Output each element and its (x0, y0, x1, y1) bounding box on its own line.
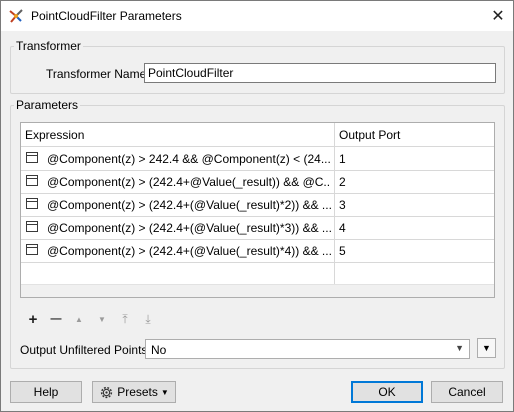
triangle-down-icon: ▼ (482, 343, 491, 353)
transformer-legend: Transformer (14, 39, 83, 53)
cancel-button-label: Cancel (448, 385, 486, 399)
edit-expression-icon[interactable] (26, 175, 38, 186)
output-unfiltered-value: No (151, 343, 167, 357)
table-row[interactable]: @Component(z) > (242.4+(@Value(_result)*… (21, 216, 494, 240)
edit-expression-icon[interactable] (26, 244, 38, 255)
minus-icon: — (50, 313, 62, 325)
arrow-down-icon: ▼ (98, 314, 106, 324)
output-port-cell[interactable]: 4 (339, 221, 346, 235)
table-row[interactable]: @Component(z) > (242.4+(@Value(_result)*… (21, 193, 494, 217)
move-down-button[interactable]: ▼ (95, 312, 109, 326)
move-to-top-button[interactable]: ⤒ (118, 312, 132, 326)
expression-table[interactable]: Expression Output Port @Component(z) > 2… (20, 122, 495, 298)
cancel-button[interactable]: Cancel (431, 381, 503, 403)
move-to-bottom-button[interactable]: ⤓ (141, 312, 155, 326)
window-title: PointCloudFilter Parameters (31, 9, 182, 23)
chevron-down-icon: ▼ (455, 343, 464, 353)
help-button[interactable]: Help (10, 381, 82, 403)
move-to-top-icon: ⤒ (122, 311, 128, 326)
close-button[interactable]: ✕ (483, 1, 513, 31)
dialog-window: PointCloudFilter Parameters ✕ Transforme… (0, 0, 514, 412)
expression-cell[interactable]: @Component(z) > (242.4+@Value(_result)) … (47, 175, 331, 189)
add-row-button[interactable]: + (26, 310, 40, 328)
arrow-up-icon: ▲ (75, 314, 83, 324)
plus-icon: + (28, 310, 38, 328)
transformer-name-input[interactable]: PointCloudFilter (144, 63, 496, 83)
parameter-menu-button[interactable]: ▼ (477, 338, 496, 358)
output-port-cell[interactable]: 5 (339, 244, 346, 258)
expression-cell[interactable]: @Component(z) > (242.4+(@Value(_result)*… (47, 198, 331, 212)
move-up-button[interactable]: ▲ (72, 312, 86, 326)
output-port-cell[interactable]: 2 (339, 175, 346, 189)
output-unfiltered-label: Output Unfiltered Points: (20, 343, 151, 357)
edit-expression-icon[interactable] (26, 221, 38, 232)
fme-transformer-icon (9, 9, 23, 23)
ok-button[interactable]: OK (351, 381, 423, 403)
output-port-cell[interactable]: 3 (339, 198, 346, 212)
horizontal-scrollbar[interactable] (21, 284, 494, 297)
move-to-bottom-icon: ⤓ (145, 311, 151, 326)
close-icon: ✕ (491, 8, 505, 25)
output-unfiltered-select[interactable]: No ▼ (145, 339, 470, 359)
title-bar[interactable]: PointCloudFilter Parameters ✕ (1, 1, 513, 31)
help-button-label: Help (33, 385, 59, 399)
table-row-empty[interactable] (21, 262, 494, 286)
chevron-down-icon: ▼ (160, 387, 169, 397)
gear-icon (101, 386, 113, 398)
edit-expression-icon[interactable] (26, 152, 38, 163)
column-header-expression[interactable]: Expression (25, 128, 84, 142)
ok-button-label: OK (378, 385, 396, 399)
table-row[interactable]: @Component(z) > (242.4+(@Value(_result)*… (21, 239, 494, 263)
expression-cell[interactable]: @Component(z) > (242.4+(@Value(_result)*… (47, 221, 331, 235)
table-header: Expression Output Port (21, 123, 494, 147)
column-header-output-port[interactable]: Output Port (339, 128, 400, 142)
output-port-cell[interactable]: 1 (339, 152, 346, 166)
table-row[interactable]: @Component(z) > 242.4 && @Component(z) <… (21, 147, 494, 171)
edit-expression-icon[interactable] (26, 198, 38, 209)
remove-row-button[interactable]: — (49, 312, 63, 326)
transformer-name-label: Transformer Name: (46, 67, 150, 81)
presets-button[interactable]: Presets ▼ (92, 381, 176, 403)
expression-cell[interactable]: @Component(z) > (242.4+(@Value(_result)*… (47, 244, 331, 258)
presets-button-label: Presets (117, 385, 158, 399)
expression-cell[interactable]: @Component(z) > 242.4 && @Component(z) <… (47, 152, 331, 166)
parameters-legend: Parameters (14, 98, 81, 112)
table-row[interactable]: @Component(z) > (242.4+@Value(_result)) … (21, 170, 494, 194)
